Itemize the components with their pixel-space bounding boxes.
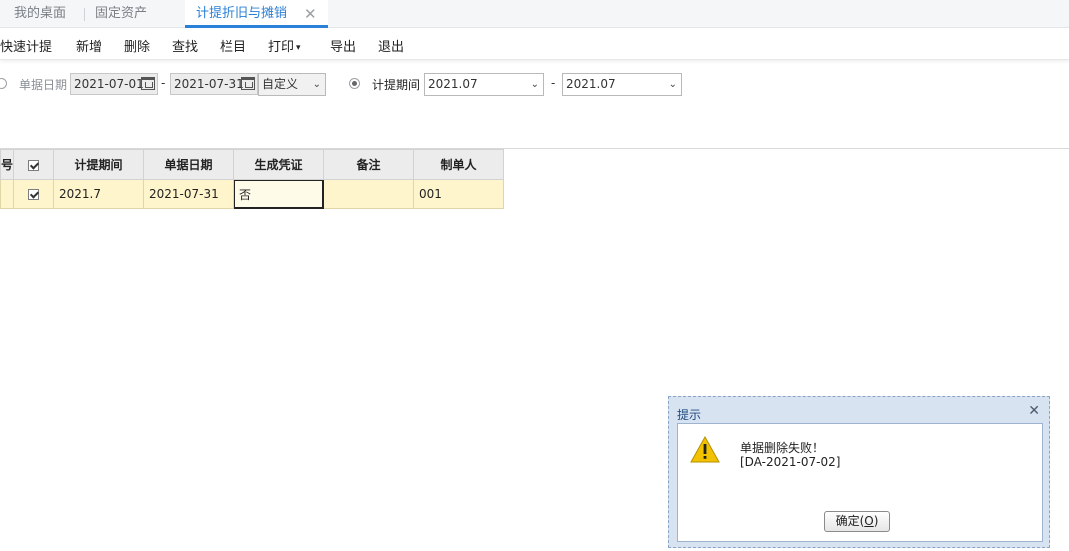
column-header-voucher[interactable]: 生成凭证: [233, 149, 325, 180]
chevron-down-icon: ⌄: [668, 79, 677, 90]
period-range-dash: -: [551, 76, 556, 90]
columns-button[interactable]: 栏目: [220, 36, 246, 55]
print-button-label: 打印: [268, 40, 295, 55]
tab-close-icon[interactable]: ✕: [304, 0, 317, 28]
row-index-cell: [0, 179, 15, 209]
date-to-input[interactable]: 2021-07-31: [170, 73, 258, 95]
period-from-value: 2021.07: [428, 77, 478, 91]
export-button[interactable]: 导出: [330, 36, 356, 55]
add-button[interactable]: 新增: [76, 36, 102, 55]
tab-depreciation-label: 计提折旧与摊销: [196, 6, 288, 21]
dialog-message: 单据删除失败！ [DA-2021-07-02]: [740, 441, 840, 469]
ok-button-suffix: ): [873, 514, 879, 528]
period-to-value: 2021.07: [566, 77, 616, 91]
chevron-down-icon: ⌄: [530, 79, 539, 90]
period-to-select[interactable]: 2021.07 ⌄: [562, 73, 682, 96]
row-select-cell[interactable]: [13, 179, 55, 209]
find-button[interactable]: 查找: [172, 36, 198, 55]
tab-bar: 我的桌面 固定资产 计提折旧与摊销 ✕: [0, 0, 1069, 28]
date-preset-value: 自定义: [262, 77, 299, 91]
dialog-message-line2: [DA-2021-07-02]: [740, 455, 841, 469]
period-from-select[interactable]: 2021.07 ⌄: [424, 73, 544, 96]
date-from-input[interactable]: 2021-07-01: [70, 73, 158, 95]
print-button[interactable]: 打印 ▾: [268, 36, 301, 55]
delete-button[interactable]: 删除: [124, 36, 150, 55]
calendar-icon[interactable]: [241, 77, 255, 90]
dialog-body: 单据删除失败！ [DA-2021-07-02] 确定(O): [677, 423, 1043, 542]
exit-button[interactable]: 退出: [378, 36, 404, 55]
period-radio[interactable]: [349, 78, 360, 89]
dialog-title: 提示: [677, 408, 702, 422]
ok-button-prefix: 确定(: [835, 514, 865, 528]
table-header-row: 号 计提期间 单据日期 生成凭证 备注 制单人: [0, 149, 505, 180]
voucher-cell[interactable]: 否: [233, 179, 325, 209]
column-header-select-all[interactable]: [13, 149, 55, 180]
tab-my-desktop[interactable]: 我的桌面: [14, 0, 66, 28]
date-range-dash: -: [161, 76, 166, 90]
warning-icon: [690, 436, 720, 463]
ok-button[interactable]: 确定(O): [824, 511, 890, 532]
bill-date-label: 单据日期: [19, 78, 68, 92]
date-preset-select[interactable]: 自定义 ⌄: [258, 73, 326, 96]
period-cell[interactable]: 2021.7: [53, 179, 145, 209]
close-icon[interactable]: ✕: [1028, 403, 1040, 419]
depreciation-table: 号 计提期间 单据日期 生成凭证 备注 制单人 2021.7 2021-07-3…: [0, 149, 505, 209]
tab-depreciation[interactable]: 计提折旧与摊销 ✕: [185, 0, 328, 28]
chevron-down-icon: ▾: [296, 43, 301, 53]
column-header-bill-date[interactable]: 单据日期: [143, 149, 235, 180]
column-header-maker[interactable]: 制单人: [413, 149, 505, 180]
calendar-icon[interactable]: [141, 77, 155, 90]
column-header-index[interactable]: 号: [0, 149, 15, 180]
dialog-message-line1: 单据删除失败！: [740, 441, 825, 455]
alert-dialog: 提示 ✕ 单据删除失败！ [DA-2021-07-02] 确定(O): [668, 396, 1050, 548]
tab-divider: [84, 8, 85, 21]
select-all-checkbox[interactable]: [28, 159, 40, 171]
remark-cell[interactable]: [323, 179, 415, 209]
bill-date-cell[interactable]: 2021-07-31: [143, 179, 235, 209]
quick-accrue-button[interactable]: 快速计提: [0, 36, 52, 55]
ok-button-hotkey: O: [864, 514, 874, 528]
chevron-down-icon: ⌄: [312, 79, 321, 90]
column-header-remark[interactable]: 备注: [323, 149, 415, 180]
date-to-value: 2021-07-31: [174, 77, 244, 91]
period-label: 计提期间: [372, 78, 421, 92]
row-checkbox[interactable]: [28, 189, 40, 200]
maker-cell[interactable]: 001: [413, 179, 505, 209]
table-row[interactable]: 2021.7 2021-07-31 否 001: [0, 179, 505, 209]
tab-fixed-assets[interactable]: 固定资产: [95, 0, 147, 28]
column-header-period[interactable]: 计提期间: [53, 149, 145, 180]
toolbar: 快速计提 新增 删除 查找 栏目 打印 ▾ 导出 退出: [0, 29, 1069, 60]
date-from-value: 2021-07-01: [74, 77, 144, 91]
bill-date-radio[interactable]: [0, 78, 7, 89]
